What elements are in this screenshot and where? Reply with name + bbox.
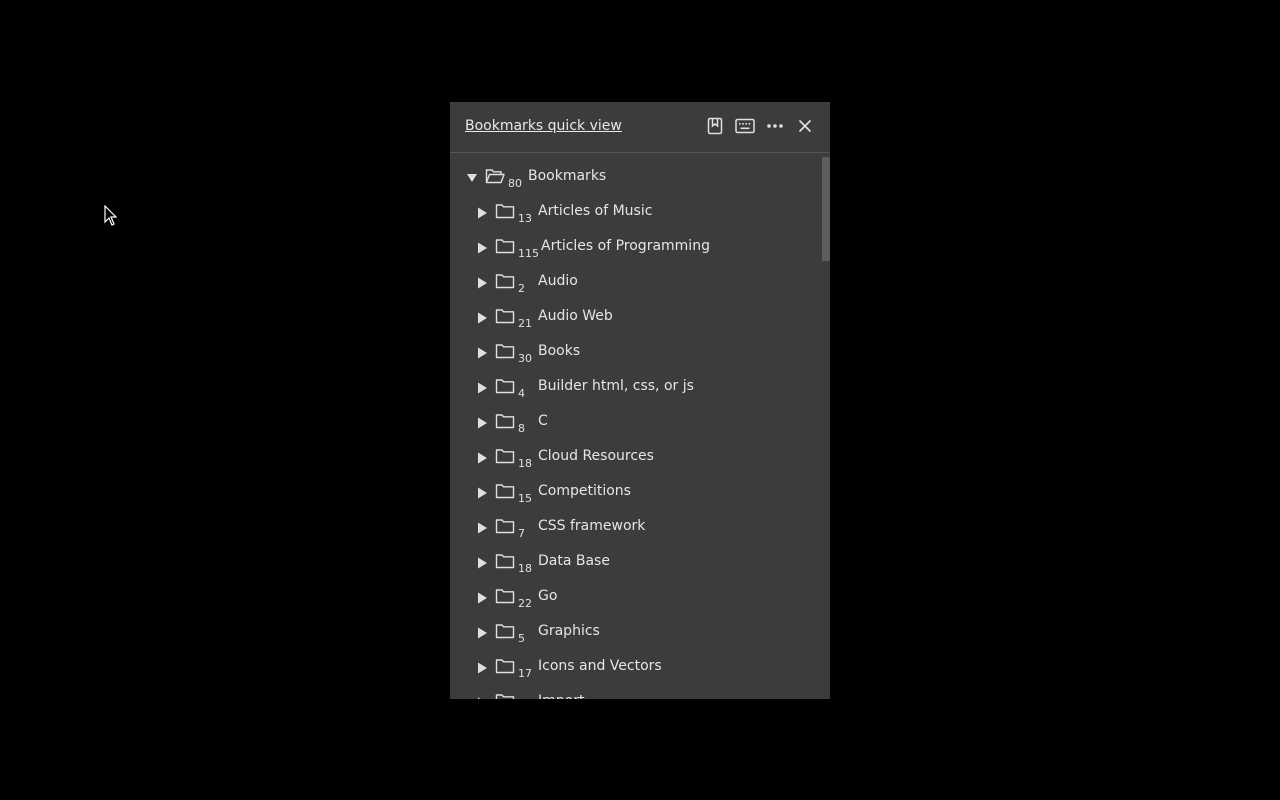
folder-label: C bbox=[538, 413, 548, 429]
keyboard-shortcuts-button[interactable] bbox=[734, 115, 756, 137]
close-button[interactable] bbox=[794, 115, 816, 137]
bookmark-count: 4 bbox=[518, 387, 525, 400]
folder-icon bbox=[495, 554, 515, 569]
tree-folder-row[interactable]: 13 Articles of Music bbox=[450, 196, 810, 231]
tree-folder-row[interactable]: 15 Competitions bbox=[450, 476, 810, 511]
tree-folder-row[interactable]: 2 Audio bbox=[450, 266, 810, 301]
expanded-triangle-icon[interactable] bbox=[466, 171, 478, 185]
collapsed-triangle-icon[interactable] bbox=[476, 381, 488, 395]
more-options-button[interactable] bbox=[764, 115, 786, 137]
tree-folder-row[interactable]: 8C bbox=[450, 406, 810, 441]
folder-label: Audio Web bbox=[538, 308, 613, 324]
folder-label: Articles of Music bbox=[538, 203, 653, 219]
folder-label: Audio bbox=[538, 273, 578, 289]
tree-folder-row[interactable]: 7 CSS framework bbox=[450, 511, 810, 546]
collapsed-triangle-icon[interactable] bbox=[476, 626, 488, 640]
tree-folder-row[interactable]: Import bbox=[450, 686, 810, 699]
collapsed-triangle-icon[interactable] bbox=[476, 556, 488, 570]
folder-label: Graphics bbox=[538, 623, 600, 639]
folder-label: Import bbox=[538, 693, 584, 699]
folder-label: Cloud Resources bbox=[538, 448, 654, 464]
collapsed-triangle-icon[interactable] bbox=[476, 696, 488, 699]
tree-folder-row[interactable]: 18 Cloud Resources bbox=[450, 441, 810, 476]
bookmark-count: 13 bbox=[518, 212, 532, 225]
tree-folder-row[interactable]: 30 Books bbox=[450, 336, 810, 371]
collapsed-triangle-icon[interactable] bbox=[476, 451, 488, 465]
folder-icon bbox=[495, 589, 515, 604]
panel-header: Bookmarks quick view bbox=[450, 102, 830, 153]
keyboard-icon bbox=[735, 118, 755, 134]
folder-icon bbox=[495, 309, 515, 324]
bookmark-count: 115 bbox=[518, 247, 539, 260]
bookmark-count: 22 bbox=[518, 597, 532, 610]
tree-root-bookmarks[interactable]: 80 Bookmarks bbox=[450, 161, 810, 196]
tree-folder-row[interactable]: 115 Articles of Programming bbox=[450, 231, 810, 266]
folder-label: CSS framework bbox=[538, 518, 646, 534]
folder-label: Data Base bbox=[538, 553, 610, 569]
tree-folder-row[interactable]: 22 Go bbox=[450, 581, 810, 616]
bookmark-count: 18 bbox=[518, 457, 532, 470]
bookmark-count: 21 bbox=[518, 317, 532, 330]
collapsed-triangle-icon[interactable] bbox=[476, 591, 488, 605]
folder-label: Articles of Programming bbox=[541, 238, 710, 254]
folder-label: Bookmarks bbox=[528, 168, 607, 184]
tree-folder-row[interactable]: 5 Graphics bbox=[450, 616, 810, 651]
open-folder-icon bbox=[485, 169, 505, 184]
collapsed-triangle-icon[interactable] bbox=[476, 241, 488, 255]
bookmark-count: 5 bbox=[518, 632, 525, 645]
close-icon bbox=[798, 119, 812, 133]
folder-icon bbox=[495, 344, 515, 359]
tree-folder-row[interactable]: 17 Icons and Vectors bbox=[450, 651, 810, 686]
folder-label: Go bbox=[538, 588, 558, 604]
folder-icon bbox=[495, 484, 515, 499]
folder-icon bbox=[495, 204, 515, 219]
bookmark-count: 8 bbox=[518, 422, 525, 435]
bookmark-count: 30 bbox=[518, 352, 532, 365]
folder-icon bbox=[495, 449, 515, 464]
folder-icon bbox=[495, 624, 515, 639]
folder-icon bbox=[495, 274, 515, 289]
ellipsis-icon bbox=[767, 124, 783, 128]
folder-label: Builder html, css, or js bbox=[538, 378, 694, 394]
collapsed-triangle-icon[interactable] bbox=[476, 521, 488, 535]
bookmark-count: 7 bbox=[518, 527, 525, 540]
vertical-scrollbar[interactable] bbox=[822, 157, 830, 699]
folder-icon bbox=[495, 659, 515, 674]
bookmark-count: 2 bbox=[518, 282, 525, 295]
collapsed-triangle-icon[interactable] bbox=[476, 346, 488, 360]
collapsed-triangle-icon[interactable] bbox=[476, 311, 488, 325]
folder-label: Competitions bbox=[538, 483, 631, 499]
tree-folder-row[interactable]: 18 Data Base bbox=[450, 546, 810, 581]
tree-folder-row[interactable]: 21 Audio Web bbox=[450, 301, 810, 336]
scrollbar-thumb[interactable] bbox=[822, 157, 830, 261]
tree-folder-row[interactable]: 4 Builder html, css, or js bbox=[450, 371, 810, 406]
folder-icon bbox=[495, 694, 515, 699]
collapsed-triangle-icon[interactable] bbox=[476, 486, 488, 500]
folder-icon bbox=[495, 239, 515, 254]
bookmark-count: 80 bbox=[508, 177, 522, 190]
mouse-cursor-icon bbox=[104, 205, 118, 226]
folder-label: Books bbox=[538, 343, 581, 359]
bookmark-count: 17 bbox=[518, 667, 532, 680]
bookmark-count: 18 bbox=[518, 562, 532, 575]
bookmark-count: 15 bbox=[518, 492, 532, 505]
folder-icon bbox=[495, 519, 515, 534]
bookmarks-tree: 80 Bookmarks 13 Articles of Music 115 Artic… bbox=[450, 153, 822, 699]
collapsed-triangle-icon[interactable] bbox=[476, 276, 488, 290]
bookmark-page-button[interactable] bbox=[704, 115, 726, 137]
bookmark-icon bbox=[707, 117, 723, 135]
collapsed-triangle-icon[interactable] bbox=[476, 661, 488, 675]
folder-icon bbox=[495, 414, 515, 429]
folder-label: Icons and Vectors bbox=[538, 658, 662, 674]
folder-icon bbox=[495, 379, 515, 394]
panel-title[interactable]: Bookmarks quick view bbox=[465, 118, 622, 134]
collapsed-triangle-icon[interactable] bbox=[476, 416, 488, 430]
collapsed-triangle-icon[interactable] bbox=[476, 206, 488, 220]
bookmarks-quick-view-panel: Bookmarks quick view 80 Bookmarks 13 Art… bbox=[450, 102, 830, 699]
